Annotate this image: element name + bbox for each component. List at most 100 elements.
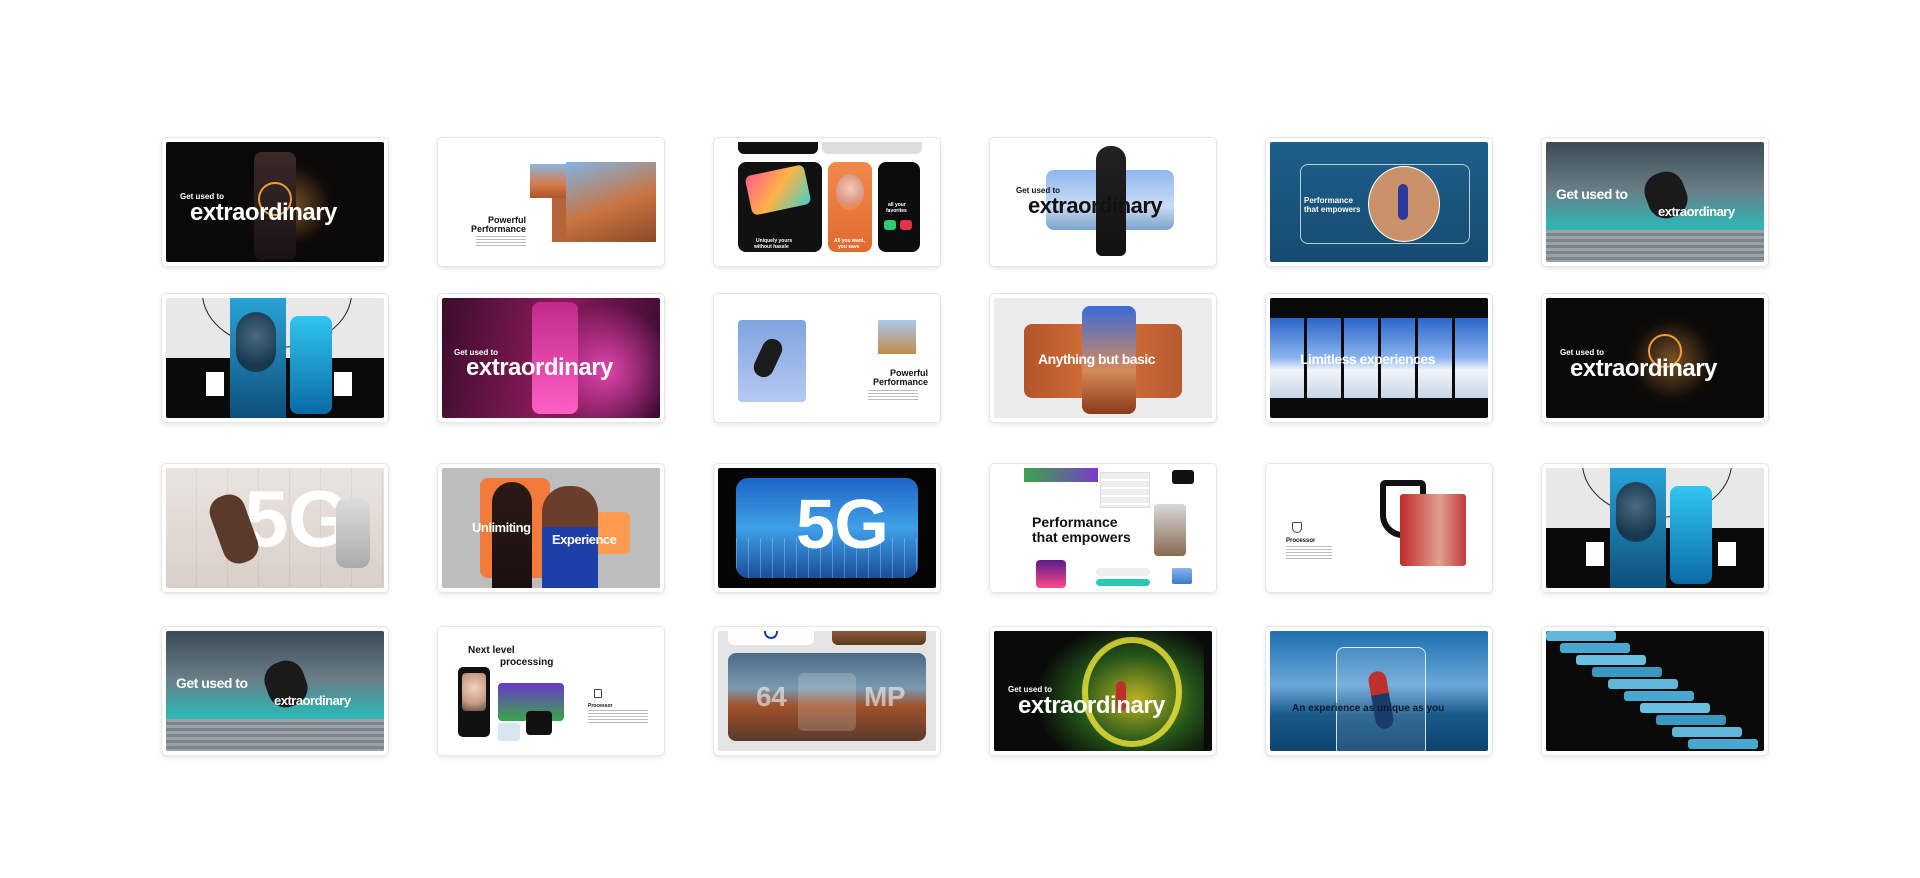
stairs [1546, 230, 1764, 262]
slide-canvas: Next level processing Processor [442, 631, 660, 751]
viewfinder [798, 673, 856, 731]
phone-stack [1546, 631, 1758, 749]
slide-headline-line-2: that empowers [1032, 529, 1131, 545]
desert-photo [530, 164, 566, 198]
phone-slab-2 [1560, 643, 1630, 653]
slide-thumbnail-24[interactable] [1542, 627, 1768, 755]
phone-slab-6 [1624, 691, 1694, 701]
slide-canvas: Performance that empowers [994, 468, 1212, 588]
slide-canvas: Limitless experiences [1270, 298, 1488, 418]
slide-thumbnail-1[interactable]: Get used to extraordinary [162, 138, 388, 266]
dark-chip [1172, 470, 1194, 484]
slide-headline: extraordinary [1658, 204, 1735, 219]
game-screenshot [1024, 468, 1098, 482]
slide-canvas: Unlimiting Experience [442, 468, 660, 588]
slide-canvas: 5G [718, 468, 936, 588]
slide-canvas: Performance that empowers [1270, 142, 1488, 262]
map-tile [498, 723, 520, 741]
slide-headline-line-1: Next level [468, 645, 515, 656]
big-5g-mark: 5G [244, 474, 350, 563]
slide-thumbnail-8[interactable]: Get used to extraordinary [438, 294, 664, 422]
slide-headline-line-2: Performance [872, 377, 928, 387]
slide-thumbnail-14[interactable]: Unlimiting Experience [438, 464, 664, 592]
person-photo [1154, 504, 1186, 556]
slide-canvas [1546, 468, 1764, 588]
phone-slab-1 [1546, 631, 1616, 641]
slide-canvas: Get used to extraordinary [994, 142, 1212, 262]
slide-thumbnail-21[interactable]: 64 MP [714, 627, 940, 755]
slide-headline-line-2: Performance [470, 224, 526, 234]
slide-canvas: 5G [166, 468, 384, 588]
stairs [166, 719, 384, 751]
slide-kicker: Get used to [176, 675, 248, 691]
slide-label: Processor [588, 703, 613, 709]
desert-photo-bottom [552, 198, 566, 242]
slide-thumbnail-13[interactable]: 5G [162, 464, 388, 592]
slide-body-text [476, 236, 526, 246]
caption-mid-2: you save [838, 244, 860, 250]
slide-canvas [166, 298, 384, 418]
slide-label: Processor [1286, 538, 1316, 544]
megapixel-unit: MP [864, 681, 906, 712]
top-screens [738, 142, 818, 154]
slide-canvas: Anything but basic [994, 298, 1212, 418]
slide-thumbnail-3[interactable]: Uniquely yours without hassle All you wa… [714, 138, 940, 266]
chat-bubble-teal [1096, 579, 1150, 586]
slide-headline: extraordinary [1018, 692, 1165, 719]
slide-thumbnail-20[interactable]: Next level processing Processor [438, 627, 664, 755]
slide-canvas: Get used to extraordinary [1546, 142, 1764, 262]
chip-icon [594, 689, 602, 698]
landscape-thumb [1172, 568, 1192, 584]
slide-thumbnail-9[interactable]: Powerful Performance [714, 294, 940, 422]
phone-face [462, 673, 486, 711]
slide-canvas: Powerful Performance [718, 298, 936, 418]
slide-thumbnail-18[interactable] [1542, 464, 1768, 592]
slide-thumbnail-5[interactable]: Performance that empowers [1266, 138, 1492, 266]
top-screens-right [822, 142, 922, 154]
slide-canvas: Get used to extraordinary [994, 631, 1212, 751]
slide-canvas: 64 MP [718, 631, 936, 751]
word-right: Experience [552, 532, 617, 547]
slide-headline: extraordinary [1570, 355, 1717, 382]
slide-canvas: Powerful Performance [442, 142, 660, 262]
slide-canvas: An experience as unique as you [1270, 631, 1488, 751]
slide-thumbnail-12[interactable]: Get used to extraordinary [1542, 294, 1768, 422]
phone-slab-7 [1640, 703, 1710, 713]
app-icon-green [884, 220, 896, 230]
phone-slab-4 [1592, 667, 1662, 677]
slide-thumbnail-19[interactable]: Get used to extraordinary [162, 627, 388, 755]
portrait-phone-secondary [1670, 486, 1712, 584]
slide-thumbnail-6[interactable]: Get used to extraordinary [1542, 138, 1768, 266]
phone-slab-3 [1576, 655, 1646, 665]
slide-body-text [868, 390, 918, 402]
slide-thumbnail-17[interactable]: Processor [1266, 464, 1492, 592]
slide-thumbnail-4[interactable]: Get used to extraordinary [990, 138, 1216, 266]
slide-kicker: Get used to [1556, 186, 1628, 202]
slide-thumbnail-22[interactable]: Get used to extraordinary [990, 627, 1216, 755]
slide-thumbnail-10[interactable]: Anything but basic [990, 294, 1216, 422]
slide-thumbnail-2[interactable]: Powerful Performance [438, 138, 664, 266]
slide-thumbnail-16[interactable]: Performance that empowers [990, 464, 1216, 592]
slide-thumbnail-23[interactable]: An experience as unique as you [1266, 627, 1492, 755]
robot-right [336, 498, 370, 568]
big-5g-mark: 5G [796, 485, 889, 563]
slide-headline-line-2: processing [500, 657, 554, 668]
phone-slab-10 [1688, 739, 1758, 749]
dark-widget [526, 711, 552, 735]
person-left [492, 482, 532, 588]
slide-headline: extraordinary [466, 354, 613, 381]
slide-body-text [588, 710, 648, 724]
megapixel-number: 64 [756, 681, 787, 712]
slide-headline-line-1: Performance [1304, 196, 1353, 205]
slide-thumbnail-11[interactable]: Limitless experiences [1266, 294, 1492, 422]
slide-canvas [1546, 631, 1764, 751]
caption-left-2: without hassle [754, 244, 789, 250]
portrait-phone-secondary [290, 316, 332, 414]
slide-thumbnail-15[interactable]: 5G [714, 464, 940, 592]
shield-icon [1292, 522, 1302, 533]
thumbnail-grid: Get used to extraordinary Powerful Perfo… [162, 138, 1768, 755]
slide-thumbnail-7[interactable] [162, 294, 388, 422]
slide-headline-line-1: Performance [1032, 514, 1118, 530]
slide-headline: extraordinary [1028, 193, 1163, 218]
top-card-right [832, 631, 926, 645]
